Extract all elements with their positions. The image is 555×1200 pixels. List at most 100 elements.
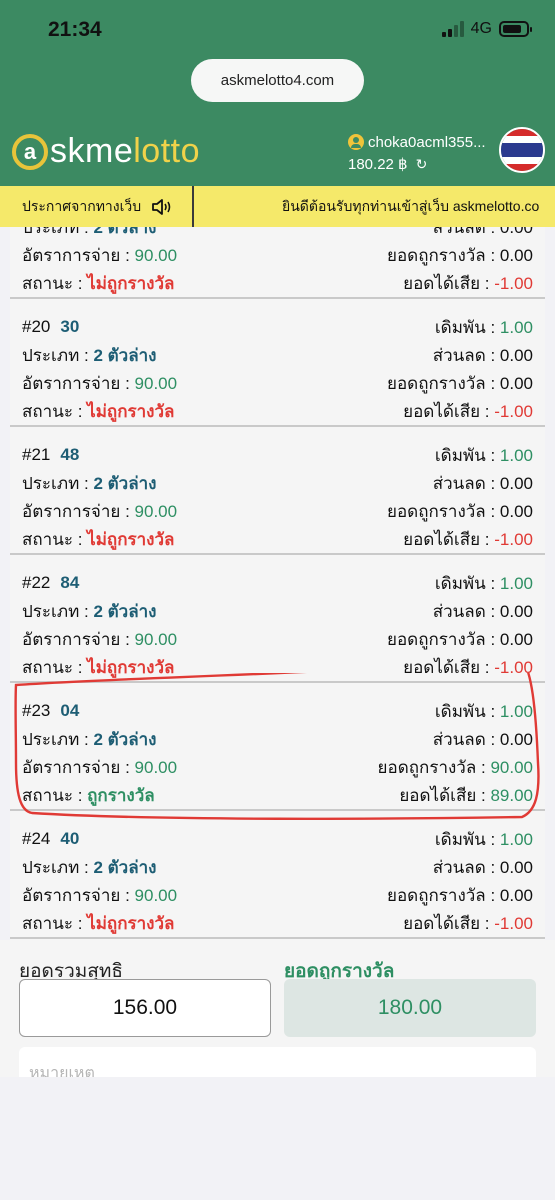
- type-label: ประเภท :: [22, 227, 94, 237]
- prize-label: ยอดถูกรางวัล :: [386, 629, 500, 649]
- bet-type: 2 ตัวล่าง: [93, 729, 157, 749]
- bet-item[interactable]: ประเภท : 2 ตัวล่าง ส่วนลด : 0.00 อัตรากา…: [10, 227, 545, 299]
- user-info[interactable]: choka0acml355... 180.22 ฿ ↻: [348, 132, 486, 174]
- logo-text: skmelotto: [50, 132, 200, 170]
- discount-label: ส่วนลด :: [432, 857, 500, 877]
- bet-amount-label: เดิมพัน :: [434, 829, 500, 849]
- username: choka0acml355...: [368, 133, 486, 151]
- url-bar[interactable]: askmelotto4.com: [191, 59, 364, 102]
- discount-value: 0.00: [499, 601, 533, 621]
- bet-amount: 1.00: [499, 701, 533, 721]
- bet-amount-label: เดิมพัน :: [434, 317, 500, 337]
- prize-total-field: 180.00: [284, 979, 536, 1037]
- prize-value: 0.00: [499, 629, 533, 649]
- bet-number: 30: [60, 317, 80, 336]
- bet-item[interactable]: #21 48 เดิมพัน : 1.00 ประเภท : 2 ตัวล่าง …: [10, 428, 545, 555]
- bet-item[interactable]: #23 04 เดิมพัน : 1.00 ประเภท : 2 ตัวล่าง …: [10, 684, 545, 811]
- announcement-marquee: ยินดีต้อนรับทุกท่านเข้าสู่เว็บ askmelott…: [282, 197, 540, 214]
- payout-rate: 90.00: [134, 501, 178, 521]
- prize-value: 90.00: [490, 757, 533, 777]
- battery-icon: [499, 21, 532, 37]
- net-value: -1.00: [494, 913, 533, 933]
- bet-type: 2 ตัวล่าง: [93, 227, 157, 237]
- net-label: ยอดได้เสีย :: [403, 401, 495, 421]
- discount-value: 0.00: [499, 473, 533, 493]
- bet-item[interactable]: #24 40 เดิมพัน : 1.00 ประเภท : 2 ตัวล่าง …: [10, 812, 545, 939]
- bet-amount-label: เดิมพัน :: [434, 445, 500, 465]
- totals-section: ยอดรวมสุทธิ ยอดถูกรางวัล 156.00 180.00 ห…: [0, 940, 555, 1087]
- type-label: ประเภท :: [22, 345, 94, 365]
- bet-amount: 1.00: [499, 445, 533, 465]
- bet-number: 48: [60, 445, 80, 464]
- bet-status: ไม่ถูกรางวัล: [87, 913, 175, 933]
- rate-label: อัตราการจ่าย :: [22, 245, 135, 265]
- bet-amount-label: เดิมพัน :: [434, 701, 500, 721]
- bet-type: 2 ตัวล่าง: [93, 473, 157, 493]
- username-row: choka0acml355...: [348, 132, 486, 152]
- net-total-field[interactable]: 156.00: [19, 979, 271, 1037]
- payout-rate: 90.00: [134, 629, 178, 649]
- payout-rate: 90.00: [134, 373, 178, 393]
- discount-label: ส่วนลด :: [432, 729, 500, 749]
- bet-status: ไม่ถูกรางวัล: [87, 657, 175, 677]
- net-value: -1.00: [494, 657, 533, 677]
- balance: 180.22 ฿: [348, 156, 408, 173]
- net-label: ยอดได้เสีย :: [403, 273, 495, 293]
- prize-label: ยอดถูกรางวัล :: [386, 501, 500, 521]
- discount-label: ส่วนลด :: [432, 601, 500, 621]
- rate-label: อัตราการจ่าย :: [22, 757, 135, 777]
- speaker-icon: [152, 198, 171, 215]
- prize-value: 0.00: [499, 245, 533, 265]
- type-label: ประเภท :: [22, 473, 94, 493]
- refresh-icon[interactable]: ↻: [416, 156, 428, 173]
- bet-index: #22: [22, 573, 51, 592]
- status-icons: 4G: [441, 20, 532, 38]
- discount-value: 0.00: [499, 345, 533, 365]
- bet-status: ไม่ถูกรางวัล: [87, 401, 175, 421]
- rate-label: อัตราการจ่าย :: [22, 885, 135, 905]
- payout-rate: 90.00: [134, 245, 178, 265]
- cellular-signal-icon: [441, 21, 464, 37]
- net-value: 89.00: [490, 785, 533, 805]
- rate-label: อัตราการจ่าย :: [22, 373, 135, 393]
- net-label: ยอดได้เสีย :: [399, 785, 491, 805]
- payout-rate: 90.00: [134, 757, 178, 777]
- askmelotto-logo[interactable]: a skmelotto: [12, 132, 200, 171]
- bet-amount: 1.00: [499, 573, 533, 593]
- announcement-title: ประกาศจากทางเว็บ: [22, 197, 142, 214]
- net-value: -1.00: [494, 273, 533, 293]
- type-label: ประเภท :: [22, 601, 94, 621]
- status-label: สถานะ :: [22, 785, 88, 805]
- thai-flag-icon[interactable]: [499, 127, 545, 173]
- rate-label: อัตราการจ่าย :: [22, 501, 135, 521]
- announcement-label[interactable]: ประกาศจากทางเว็บ: [0, 186, 194, 227]
- prize-value: 0.00: [499, 501, 533, 521]
- bet-index: #24: [22, 829, 51, 848]
- bet-number: 40: [60, 829, 80, 848]
- type-label: ประเภท :: [22, 857, 94, 877]
- balance-row: 180.22 ฿ ↻: [348, 154, 486, 174]
- net-label: ยอดได้เสีย :: [403, 913, 495, 933]
- bet-index: #21: [22, 445, 51, 464]
- prize-label: ยอดถูกรางวัล :: [386, 245, 500, 265]
- discount-value: 0.00: [499, 857, 533, 877]
- bet-amount: 1.00: [499, 317, 533, 337]
- bet-item[interactable]: #20 30 เดิมพัน : 1.00 ประเภท : 2 ตัวล่าง …: [10, 300, 545, 427]
- network-type: 4G: [470, 20, 492, 37]
- screen: 21:34 4G askmelotto4.com a skmelotto cho…: [0, 0, 555, 1200]
- status-time: 21:34: [48, 18, 102, 41]
- bet-type: 2 ตัวล่าง: [93, 345, 157, 365]
- status-label: สถานะ :: [22, 273, 88, 293]
- discount-label: ส่วนลด :: [432, 345, 500, 365]
- prize-label: ยอดถูกรางวัล :: [386, 373, 500, 393]
- bet-list[interactable]: ประเภท : 2 ตัวล่าง ส่วนลด : 0.00 อัตรากา…: [10, 227, 545, 940]
- bet-number: 04: [60, 701, 80, 720]
- bet-type: 2 ตัวล่าง: [93, 601, 157, 621]
- logo-badge: a: [12, 133, 48, 170]
- status-label: สถานะ :: [22, 401, 88, 421]
- bet-item[interactable]: #22 84 เดิมพัน : 1.00 ประเภท : 2 ตัวล่าง …: [10, 556, 545, 683]
- bet-status: ถูกรางวัล: [87, 785, 155, 805]
- discount-value: 0.00: [499, 227, 533, 237]
- page-background: [0, 1077, 555, 1200]
- net-value: -1.00: [494, 529, 533, 549]
